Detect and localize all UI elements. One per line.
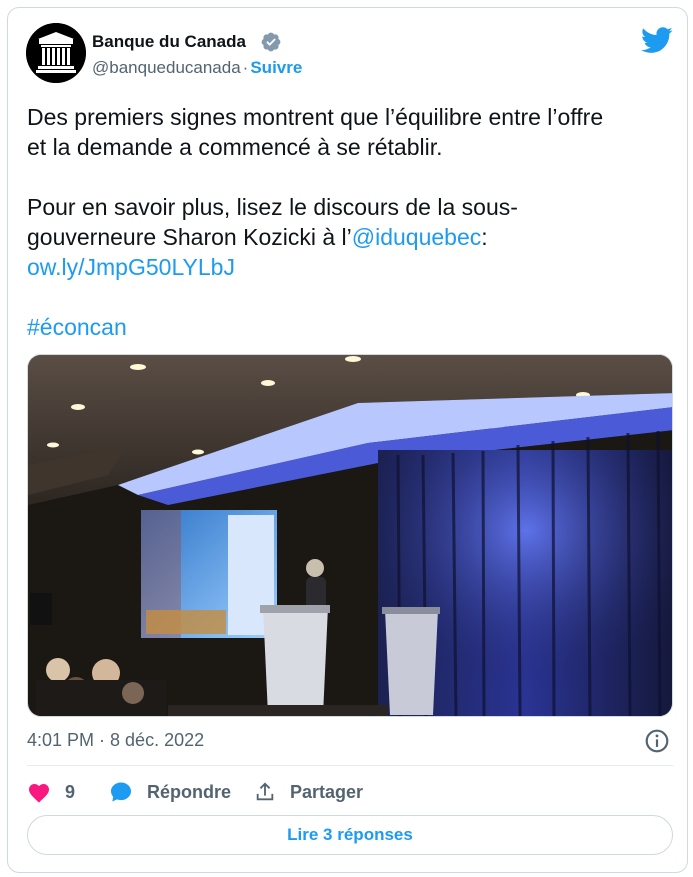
tweet-photo[interactable] bbox=[27, 354, 673, 717]
author-handle-line: @banqueducanada · Suivre bbox=[92, 58, 302, 78]
like-count: 9 bbox=[65, 781, 76, 802]
divider bbox=[27, 765, 673, 766]
like-button[interactable]: 9 bbox=[27, 778, 75, 806]
tweet-line-4-prefix: gouverneure Sharon Kozicki à l’ bbox=[27, 224, 352, 250]
tweet-card: Banque du Canada @banqueducanada · Suivre … bbox=[7, 7, 688, 873]
verified-badge-icon bbox=[261, 32, 281, 52]
mention-link[interactable]: @iduquebec bbox=[352, 224, 482, 250]
reply-label: Répondre bbox=[147, 781, 232, 802]
tweet-line-3: Pour en savoir plus, lisez le discours d… bbox=[27, 194, 518, 220]
tweet-line-2: et la demande a commencé à se rétablir. bbox=[27, 134, 443, 160]
twitter-bird-icon[interactable] bbox=[641, 27, 673, 54]
reply-bubble-icon bbox=[111, 782, 131, 802]
author-name[interactable]: Banque du Canada bbox=[92, 32, 246, 52]
hashtag-link[interactable]: #éconcan bbox=[27, 314, 127, 340]
tweet-line-1: Des premiers signes montrent que l’équil… bbox=[27, 104, 604, 130]
info-icon[interactable] bbox=[644, 728, 670, 754]
follow-button[interactable]: Suivre bbox=[250, 58, 302, 77]
reply-button[interactable]: Répondre bbox=[109, 778, 231, 806]
share-button[interactable]: Partager bbox=[254, 778, 363, 806]
read-replies-button[interactable]: Lire 3 réponses bbox=[27, 815, 673, 855]
article-link[interactable]: ow.ly/JmpG50LYLbJ bbox=[27, 254, 235, 280]
separator-dot: · bbox=[242, 58, 249, 77]
tweet-text: Des premiers signes montrent que l’équil… bbox=[27, 102, 677, 342]
author-handle[interactable]: @banqueducanada bbox=[92, 58, 241, 77]
share-label: Partager bbox=[290, 781, 364, 802]
tweet-line-4-suffix: : bbox=[481, 224, 488, 250]
heart-icon bbox=[29, 784, 49, 803]
share-icon bbox=[256, 782, 274, 801]
tweet-line-4: gouverneure Sharon Kozicki à l’@iduquebe… bbox=[27, 222, 677, 252]
tweet-timestamp[interactable]: 4:01 PM · 8 déc. 2022 bbox=[27, 730, 204, 751]
bank-logo-icon[interactable] bbox=[26, 23, 86, 83]
